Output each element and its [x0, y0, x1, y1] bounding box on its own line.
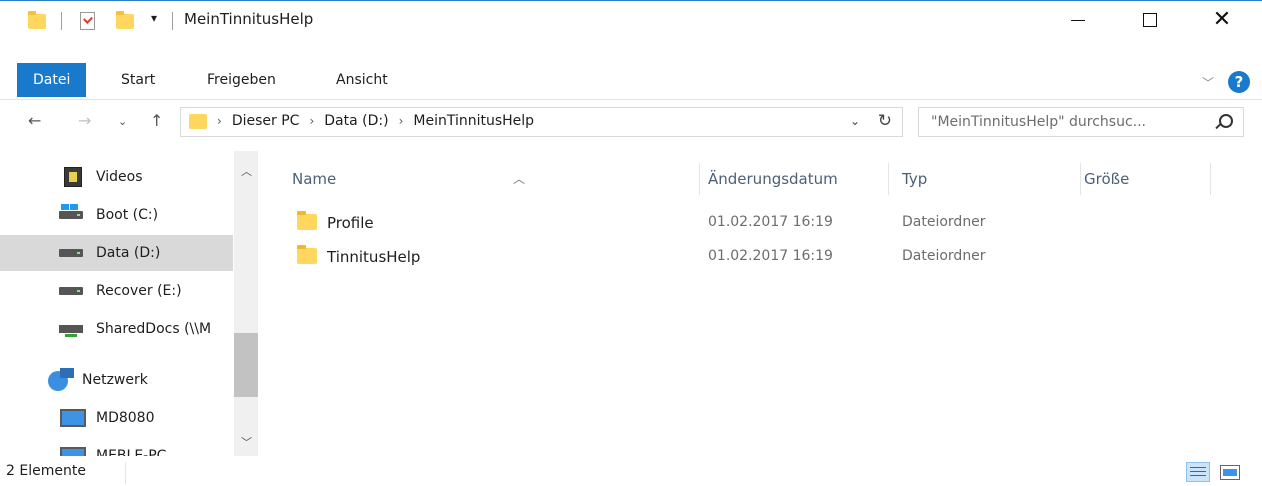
table-row[interactable]: TinnitusHelp 01.02.2017 16:19 Dateiordne…: [292, 241, 1232, 275]
search-icon[interactable]: [1219, 114, 1233, 128]
explorer-window: ▾ MeinTinnitusHelp ✕ Datei Start Freigeb…: [0, 0, 1262, 485]
chevron-right-icon[interactable]: ›: [399, 114, 404, 128]
video-icon: [64, 167, 82, 187]
drive-icon: [59, 287, 83, 295]
minimize-button[interactable]: [1055, 1, 1101, 39]
nav-item-md8080[interactable]: MD8080: [0, 400, 233, 436]
scroll-down-icon[interactable]: ﹀: [241, 434, 252, 450]
file-date: 01.02.2017 16:19: [708, 214, 833, 230]
computer-icon: [60, 409, 86, 427]
column-divider[interactable]: [1210, 163, 1211, 195]
tab-start[interactable]: Start: [107, 63, 169, 97]
nav-scrollbar[interactable]: [234, 151, 258, 456]
nav-item-label: Boot (C:): [96, 207, 159, 223]
item-count: 2 Elemente: [6, 463, 86, 479]
column-header-size[interactable]: Größe: [1084, 161, 1129, 197]
search-box[interactable]: [918, 107, 1244, 137]
scroll-up-icon[interactable]: ︿: [241, 163, 252, 179]
status-bar: 2 Elemente: [0, 456, 1262, 486]
nav-item-label: Recover (E:): [96, 283, 182, 299]
back-button[interactable]: ←: [28, 111, 41, 130]
expand-ribbon-icon[interactable]: ﹀: [1202, 74, 1214, 91]
folder-icon: [189, 114, 207, 129]
nav-item-meble-pc[interactable]: MEBLE-PC: [0, 438, 233, 456]
file-date: 01.02.2017 16:19: [708, 248, 833, 264]
address-dropdown-icon[interactable]: ⌄: [850, 114, 860, 128]
nav-item-label: MEBLE-PC: [96, 448, 167, 456]
new-folder-icon[interactable]: [116, 11, 134, 29]
file-name: Profile: [327, 214, 374, 232]
nav-item-label: MD8080: [96, 410, 155, 426]
chevron-right-icon[interactable]: ›: [309, 114, 314, 128]
folder-icon: [297, 211, 317, 230]
column-divider[interactable]: [699, 163, 700, 195]
maximize-icon: [1143, 13, 1157, 27]
file-type: Dateiordner: [902, 214, 986, 230]
nav-item-label: Data (D:): [96, 245, 161, 261]
drive-icon: [59, 249, 83, 257]
windows-drive-icon: [59, 204, 83, 219]
properties-icon[interactable]: [80, 12, 95, 30]
minimize-icon: [1071, 19, 1085, 21]
qat-separator: [61, 12, 62, 30]
forward-button[interactable]: →: [78, 111, 91, 130]
nav-item-videos[interactable]: Videos: [0, 159, 233, 195]
nav-scrollbar-thumb[interactable]: [234, 333, 258, 397]
column-divider[interactable]: [888, 163, 889, 195]
up-button[interactable]: ↑: [150, 111, 163, 130]
navigation-bar: ← → ⌄ ↑ › Dieser PC › Data (D:) › MeinTi…: [0, 99, 1262, 143]
navigation-pane: Videos Boot (C:) Data (D:) Recover (E:) …: [0, 151, 258, 456]
network-drive-icon: [59, 325, 83, 337]
breadcrumb-dieser-pc[interactable]: Dieser PC: [232, 113, 300, 129]
folder-icon: [28, 11, 46, 29]
nav-item-data-d[interactable]: Data (D:): [0, 235, 233, 271]
sort-ascending-icon: ︿: [513, 172, 526, 186]
column-header-type[interactable]: Typ: [902, 161, 927, 197]
column-header-date[interactable]: Änderungsdatum: [708, 161, 838, 197]
close-icon: ✕: [1212, 7, 1232, 32]
breadcrumb-meintinnitushelp[interactable]: MeinTinnitusHelp: [413, 113, 534, 129]
ribbon-tabs: Datei Start Freigeben Ansicht ﹀ ?: [0, 63, 1262, 100]
help-icon[interactable]: ?: [1228, 71, 1250, 93]
large-icons-view-icon[interactable]: [1220, 465, 1240, 480]
file-type: Dateiordner: [902, 248, 986, 264]
column-header-name[interactable]: Name ︿: [292, 161, 692, 197]
tab-ansicht[interactable]: Ansicht: [322, 63, 402, 97]
file-name: TinnitusHelp: [327, 248, 421, 266]
address-bar[interactable]: › Dieser PC › Data (D:) › MeinTinnitusHe…: [180, 107, 903, 137]
column-header-label: Name: [292, 170, 337, 188]
breadcrumb-data-d[interactable]: Data (D:): [324, 113, 388, 129]
search-input[interactable]: [919, 108, 1203, 136]
maximize-button[interactable]: [1127, 1, 1173, 39]
network-icon: [48, 368, 74, 391]
qat-dropdown-icon[interactable]: ▾: [148, 11, 160, 29]
computer-icon: [60, 447, 86, 456]
breadcrumb: › Dieser PC › Data (D:) › MeinTinnitusHe…: [217, 113, 534, 129]
folder-icon: [297, 245, 317, 264]
title-bar: ▾ MeinTinnitusHelp ✕: [0, 1, 1262, 39]
status-divider: [125, 462, 126, 484]
close-button[interactable]: ✕: [1199, 1, 1245, 39]
tab-freigeben[interactable]: Freigeben: [193, 63, 290, 97]
nav-item-label: Videos: [96, 169, 143, 185]
column-divider[interactable]: [1080, 163, 1081, 195]
tab-datei[interactable]: Datei: [17, 63, 87, 97]
table-row[interactable]: Profile 01.02.2017 16:19 Dateiordner: [292, 207, 1232, 241]
chevron-right-icon[interactable]: ›: [217, 114, 222, 128]
details-view-icon[interactable]: [1186, 462, 1210, 482]
nav-item-label: SharedDocs (\\M: [96, 321, 212, 337]
nav-item-label: Netzwerk: [82, 372, 148, 388]
refresh-icon[interactable]: ↻: [878, 111, 892, 131]
nav-item-shareddocs[interactable]: SharedDocs (\\M: [0, 311, 233, 347]
nav-item-boot-c[interactable]: Boot (C:): [0, 197, 233, 233]
file-list: Name ︿ Änderungsdatum Typ Größe Profile …: [262, 151, 1262, 451]
qat-separator: [172, 12, 173, 30]
nav-item-netzwerk[interactable]: Netzwerk: [0, 362, 233, 398]
window-title: MeinTinnitusHelp: [184, 10, 314, 28]
recent-locations-button[interactable]: ⌄: [118, 115, 127, 128]
nav-item-recover-e[interactable]: Recover (E:): [0, 273, 233, 309]
